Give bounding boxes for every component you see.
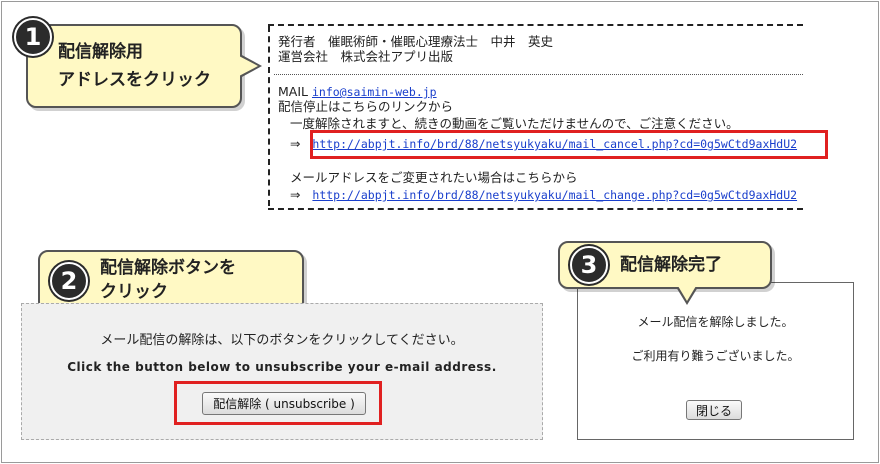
- step3-number-badge: 3: [570, 246, 608, 284]
- email-footer: 発行者 催眠術師・催眠心理療法士 中井 英史 運営会社 株式会社アプリ出版 MA…: [268, 22, 803, 210]
- mail-label: MAIL: [278, 84, 308, 99]
- step2-number-badge: 2: [50, 262, 88, 300]
- step1-line2: アドレスをクリック: [58, 70, 211, 90]
- change-heading: メールアドレスをご変更されたい場合はこちらから: [290, 170, 578, 185]
- stop-heading: 配信停止はこちらのリンクから: [278, 99, 454, 114]
- dotted-separator: [274, 74, 803, 75]
- step1-line1: 配信解除用: [58, 42, 143, 62]
- step3-label: 配信解除完了: [620, 255, 722, 275]
- change-url-link[interactable]: http://abpjt.info/brd/88/netsyukyaku/mai…: [312, 188, 797, 202]
- cancel-url-highlight: [310, 130, 828, 159]
- top-dashed-rule: [268, 24, 803, 26]
- stop-warning: 一度解除されますと、続きの動画をご覧いただけませんので、ご注意ください。: [290, 116, 739, 131]
- publisher-line: 発行者 催眠術師・催眠心理療法士 中井 英史: [278, 34, 554, 49]
- left-dashed-rule: [268, 26, 270, 206]
- company-line: 運営会社 株式会社アプリ出版: [278, 49, 454, 64]
- change-arrow-icon: ⇒: [290, 187, 301, 202]
- complete-panel: メール配信を解除しました。 ご利用有り難うございました。 閉じる: [577, 282, 854, 440]
- close-button[interactable]: 閉じる: [686, 400, 742, 420]
- cancel-arrow-icon: ⇒: [290, 136, 301, 151]
- unsubscribe-instruction-jp: メール配信の解除は、以下のボタンをクリックしてください。: [100, 333, 464, 348]
- step2-line2: クリック: [100, 282, 168, 302]
- mail-address-link[interactable]: info@saimin-web.jp: [312, 85, 437, 99]
- thanks-message: ご利用有り難うございました。: [631, 349, 800, 363]
- complete-message: メール配信を解除しました。: [637, 315, 794, 329]
- unsubscribe-instruction-en: Click the button below to unsubscribe yo…: [67, 360, 497, 374]
- step1-callout: 配信解除用 アドレスをクリック: [26, 24, 262, 108]
- bottom-dashed-rule: [268, 208, 803, 210]
- step1-number-badge: 1: [14, 18, 52, 56]
- change-line: ⇒ http://abpjt.info/brd/88/netsyukyaku/m…: [290, 187, 797, 203]
- unsubscribe-button-highlight: [174, 381, 382, 425]
- mail-line: MAIL info@saimin-web.jp: [278, 84, 437, 100]
